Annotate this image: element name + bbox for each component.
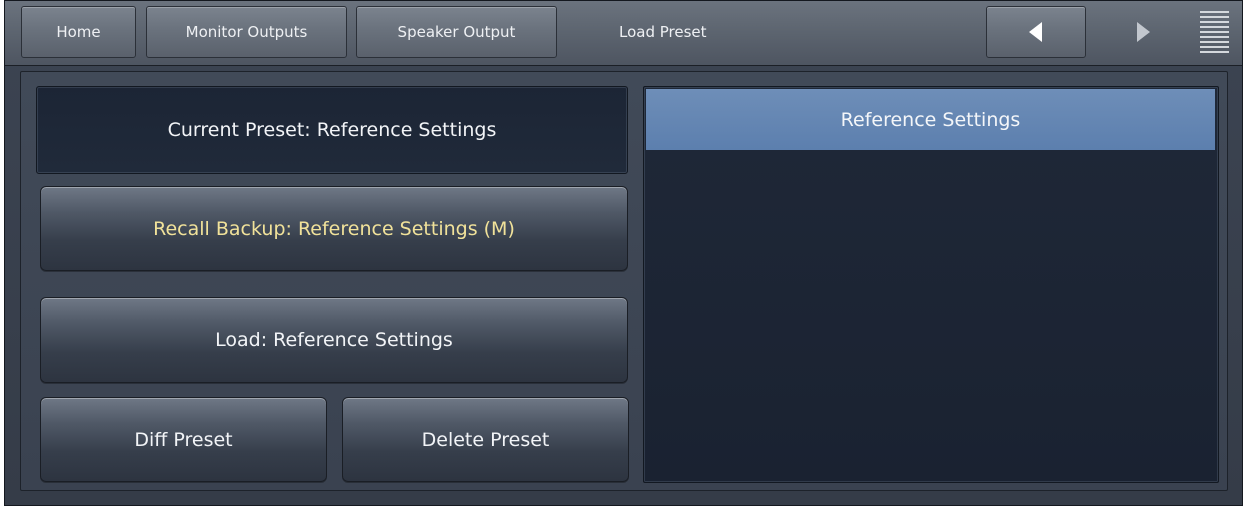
speaker-output-tab[interactable]: Speaker Output <box>356 6 557 58</box>
load-preset-button[interactable]: Load: Reference Settings <box>40 297 628 383</box>
menu-grip-icon[interactable] <box>1198 9 1231 57</box>
preset-list-item[interactable]: Reference Settings <box>646 89 1215 150</box>
current-preset-display: Current Preset: Reference Settings <box>36 86 628 174</box>
back-button[interactable] <box>986 6 1086 58</box>
top-nav-bar: Home Monitor Outputs Speaker Output Load… <box>5 1 1242 66</box>
forward-button[interactable] <box>1095 6 1191 58</box>
delete-preset-button[interactable]: Delete Preset <box>342 397 629 482</box>
diff-preset-button[interactable]: Diff Preset <box>40 397 327 482</box>
monitor-outputs-tab[interactable]: Monitor Outputs <box>146 6 347 58</box>
home-tab[interactable]: Home <box>21 6 136 58</box>
triangle-left-icon <box>1029 22 1043 42</box>
triangle-right-icon <box>1136 22 1150 42</box>
recall-backup-button[interactable]: Recall Backup: Reference Settings (M) <box>40 186 628 271</box>
preset-list[interactable]: Reference Settings <box>643 86 1219 483</box>
page-title: Load Preset <box>619 23 707 41</box>
